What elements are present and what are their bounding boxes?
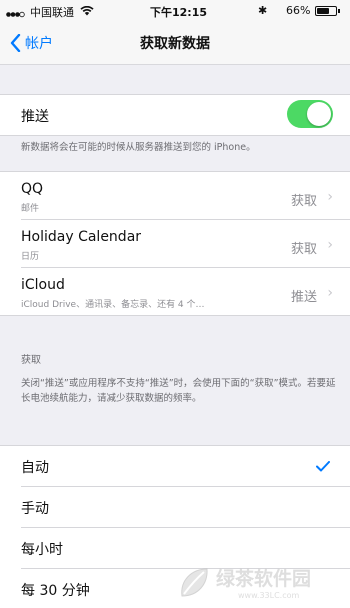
fetch-option-label: 手动 (21, 501, 49, 517)
account-name: iCloud (21, 277, 65, 293)
checkmark-icon (316, 461, 330, 472)
account-fetch-mode: 获取 (290, 194, 317, 209)
fetch-section-header: 获取 (21, 355, 41, 366)
navigation-bar: 帐户 获取新数据 (0, 22, 350, 65)
watermark-name: 绿茶软件园 (216, 568, 312, 590)
battery-icon (315, 6, 337, 16)
account-name: Holiday Calendar (21, 229, 142, 245)
push-footer: 新数据将会在可能的时候从服务器推送到您的 iPhone。 (21, 142, 256, 153)
watermark-domain: www.33LC.com (238, 591, 300, 600)
push-label: 推送 (21, 109, 49, 125)
account-row-qq[interactable]: QQ 邮件 获取 › (0, 172, 350, 219)
account-subtitle: 日历 (21, 252, 40, 262)
accounts-section: QQ 邮件 获取 › Holiday Calendar 日历 获取 › iClo… (0, 171, 350, 316)
status-time: 下午12:15 (150, 6, 208, 19)
fetch-option-label: 自动 (21, 460, 49, 476)
leaf-logo-icon (181, 568, 208, 597)
fetch-footer: 关闭“推送”或应用程序不支持“推送”时，会使用下面的“获取”模式。若要延长电池续… (21, 378, 336, 404)
chevron-right-icon: › (327, 189, 333, 205)
fetch-option-manual[interactable]: 手动 (0, 487, 350, 527)
signal-bars-icon (6, 8, 28, 18)
account-subtitle: 邮件 (21, 204, 40, 214)
push-section: 推送 (0, 94, 350, 136)
account-fetch-mode: 推送 (290, 290, 317, 305)
account-fetch-mode: 获取 (290, 242, 317, 257)
account-row-holiday-calendar[interactable]: Holiday Calendar 日历 获取 › (0, 220, 350, 267)
battery-cap (338, 9, 340, 13)
account-subtitle: iCloud Drive、通讯录、备忘录、还有 4 个… (21, 300, 205, 310)
fetch-option-label: 每小时 (21, 542, 63, 558)
page-title: 获取新数据 (140, 36, 210, 52)
watermark: 绿茶软件园 www.33LC.com (176, 562, 348, 604)
toggle-knob (307, 102, 331, 126)
wifi-icon (80, 5, 94, 19)
account-name: QQ (21, 181, 44, 197)
fetch-option-auto[interactable]: 自动 (0, 446, 350, 486)
account-row-icloud[interactable]: iCloud iCloud Drive、通讯录、备忘录、还有 4 个… 推送 › (0, 268, 350, 315)
chevron-right-icon: › (327, 285, 333, 301)
carrier-label: 中国联通 (30, 6, 74, 19)
chevron-right-icon: › (327, 237, 333, 253)
battery-percent: 66% (286, 4, 311, 17)
status-bar: 中国联通 下午12:15 ✱ 66% (0, 0, 350, 22)
push-toggle[interactable] (287, 100, 333, 128)
fetch-option-label: 每 30 分钟 (21, 583, 90, 599)
bluetooth-icon: ✱ (258, 4, 268, 17)
